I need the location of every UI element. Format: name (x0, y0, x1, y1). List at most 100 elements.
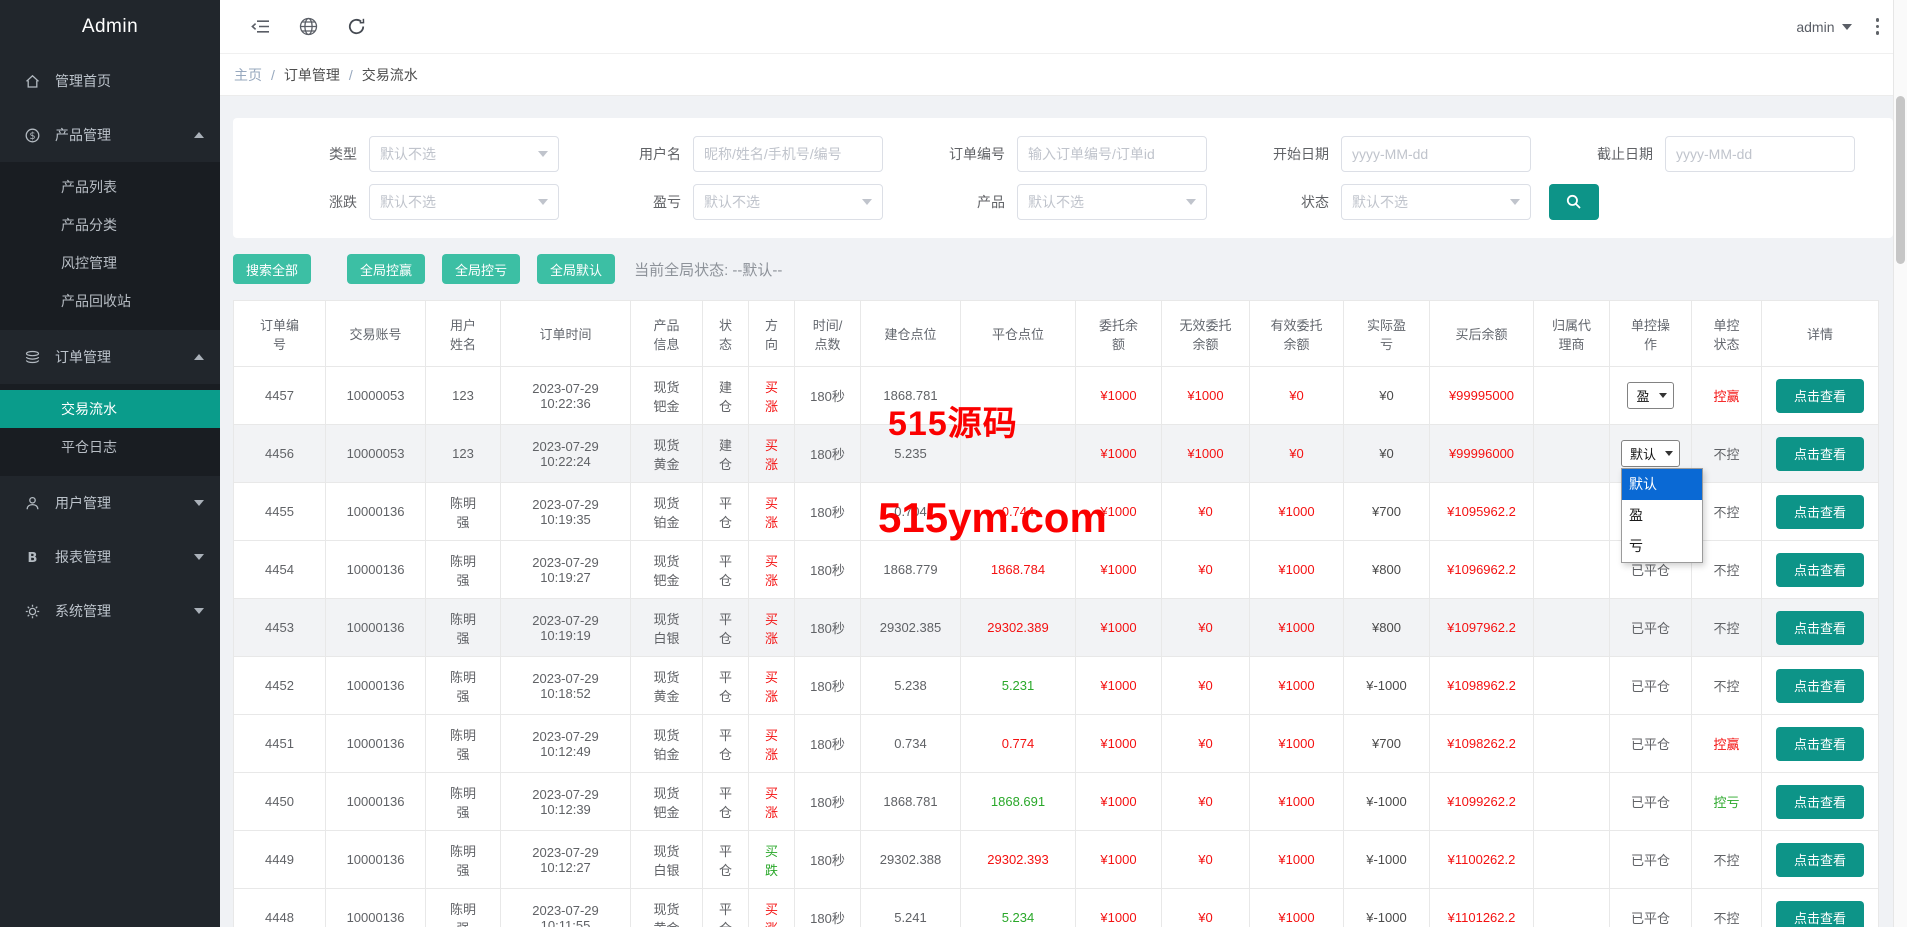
sidebar-item-product-list[interactable]: 产品列表 (0, 168, 220, 206)
cell-detail: 点击查看 (1762, 599, 1879, 657)
view-details-button[interactable]: 点击查看 (1776, 379, 1864, 413)
view-details-button[interactable]: 点击查看 (1776, 611, 1864, 645)
sidebar-item-system[interactable]: 系统管理 (0, 584, 220, 638)
table-row: 445110000136陈明 强2023-07-29 10:12:49现货 铂金… (234, 715, 1879, 773)
cell-order-no: 4455 (234, 483, 326, 541)
cell-agent (1534, 367, 1610, 425)
dropdown-option[interactable]: 亏 (1622, 531, 1702, 562)
globe-icon[interactable] (298, 16, 320, 38)
cell-control-status: 不控 (1692, 599, 1762, 657)
cell-order-no: 4450 (234, 773, 326, 831)
cell-detail: 点击查看 (1762, 831, 1879, 889)
order-no-input[interactable] (1028, 146, 1196, 162)
cell-agent (1534, 715, 1610, 773)
cell-user-name: 陈明 强 (426, 541, 501, 599)
username-input[interactable] (704, 146, 872, 162)
more-options-icon[interactable] (1874, 16, 1882, 37)
sidebar-item-risk-control[interactable]: 风控管理 (0, 244, 220, 282)
view-details-button[interactable]: 点击查看 (1776, 669, 1864, 703)
chevron-up-icon (194, 132, 204, 138)
global-default-button[interactable]: 全局默认 (537, 254, 615, 284)
search-button[interactable] (1549, 184, 1599, 220)
sidebar-item-products[interactable]: $ 产品管理 (0, 108, 220, 162)
end-date-input[interactable] (1676, 146, 1844, 162)
row-control-select[interactable]: 盈 (1627, 382, 1673, 409)
dropdown-option[interactable]: 盈 (1622, 500, 1702, 531)
global-win-button[interactable]: 全局控赢 (347, 254, 425, 284)
cell-order-time: 2023-07-29 10:18:52 (501, 657, 631, 715)
filter-label-username: 用户名 (577, 144, 681, 164)
table-body: 4457100000531232023-07-29 10:22:36现货 钯金建… (234, 367, 1879, 927)
search-all-button[interactable]: 搜索全部 (233, 254, 311, 284)
cell-duration: 180秒 (795, 657, 861, 715)
refresh-icon[interactable] (346, 16, 368, 38)
status-select[interactable]: 默认不选 (1341, 184, 1531, 220)
sidebar-item-users[interactable]: 用户管理 (0, 476, 220, 530)
view-details-button[interactable]: 点击查看 (1776, 437, 1864, 471)
cell-product: 现货 黄金 (631, 425, 703, 483)
cell-post-balance: ¥1100262.2 (1430, 831, 1534, 889)
sidebar-item-close-log[interactable]: 平仓日志 (0, 428, 220, 466)
cell-status: 建 仓 (703, 367, 749, 425)
type-select[interactable]: 默认不选 (369, 136, 559, 172)
filter-label-pnl: 盈亏 (577, 192, 681, 212)
cell-detail: 点击查看 (1762, 773, 1879, 831)
cell-control-status: 不控 (1692, 831, 1762, 889)
pnl-select[interactable]: 默认不选 (693, 184, 883, 220)
view-details-button[interactable]: 点击查看 (1776, 553, 1864, 587)
cell-product: 现货 黄金 (631, 889, 703, 927)
sidebar-item-orders[interactable]: 订单管理 (0, 330, 220, 384)
dropdown-option[interactable]: 默认 (1622, 469, 1702, 500)
scrollbar-thumb[interactable] (1896, 96, 1905, 264)
sidebar-item-product-recycle[interactable]: 产品回收站 (0, 282, 220, 320)
product-select[interactable]: 默认不选 (1017, 184, 1207, 220)
global-lose-button[interactable]: 全局控亏 (442, 254, 520, 284)
cell-entrust-balance: ¥1000 (1076, 599, 1162, 657)
cell-invalid-entrust: ¥0 (1162, 773, 1250, 831)
col-header-direction: 方 向 (749, 301, 795, 367)
global-actions: 搜索全部 全局控赢 全局控亏 全局默认 当前全局状态: --默认-- (233, 254, 1893, 284)
cell-close-point: 5.231 (961, 657, 1076, 715)
cell-user-name: 123 (426, 425, 501, 483)
cell-order-time: 2023-07-29 10:22:36 (501, 367, 631, 425)
view-details-button[interactable]: 点击查看 (1776, 901, 1864, 927)
sidebar-item-home[interactable]: 管理首页 (0, 54, 220, 108)
view-details-button[interactable]: 点击查看 (1776, 727, 1864, 761)
col-header-status: 状 态 (703, 301, 749, 367)
sidebar-item-product-category[interactable]: 产品分类 (0, 206, 220, 244)
view-details-button[interactable]: 点击查看 (1776, 785, 1864, 819)
cell-actual-pnl: ¥-1000 (1344, 657, 1430, 715)
layers-icon (24, 348, 42, 366)
view-details-button[interactable]: 点击查看 (1776, 495, 1864, 529)
updown-select[interactable]: 默认不选 (369, 184, 559, 220)
table-row: 445310000136陈明 强2023-07-29 10:19:19现货 白银… (234, 599, 1879, 657)
cell-product: 现货 钯金 (631, 773, 703, 831)
chevron-down-icon (194, 554, 204, 560)
cell-order-no: 4449 (234, 831, 326, 889)
cell-valid-entrust: ¥1000 (1250, 831, 1344, 889)
sidebar-item-trade-flow[interactable]: 交易流水 (0, 390, 220, 428)
cell-post-balance: ¥99996000 (1430, 425, 1534, 483)
cell-account: 10000136 (326, 599, 426, 657)
start-date-input[interactable] (1352, 146, 1520, 162)
admin-user-menu[interactable]: admin (1796, 19, 1851, 35)
breadcrumb-orders[interactable]: 订单管理 (284, 65, 340, 85)
cell-duration: 180秒 (795, 889, 861, 927)
cell-order-no: 4457 (234, 367, 326, 425)
sidebar-item-reports[interactable]: B 报表管理 (0, 530, 220, 584)
cell-product: 现货 白银 (631, 599, 703, 657)
cell-order-time: 2023-07-29 10:19:19 (501, 599, 631, 657)
fold-menu-icon[interactable] (250, 16, 272, 38)
row-control-select[interactable]: 默认默认盈亏 (1621, 440, 1680, 467)
breadcrumb-home[interactable]: 主页 (234, 65, 262, 85)
cell-actual-pnl: ¥0 (1344, 425, 1430, 483)
cell-actual-pnl: ¥800 (1344, 541, 1430, 599)
col-header-product: 产品 信息 (631, 301, 703, 367)
chevron-down-icon (862, 199, 872, 205)
cell-user-name: 123 (426, 367, 501, 425)
cell-order-time: 2023-07-29 10:19:35 (501, 483, 631, 541)
view-details-button[interactable]: 点击查看 (1776, 843, 1864, 877)
sidebar: Admin 管理首页 $ 产品管理 产品列表 产品分类 风控管理 产品回收站 订… (0, 0, 220, 927)
chevron-down-icon (1510, 199, 1520, 205)
page-scrollbar[interactable] (1893, 0, 1907, 927)
